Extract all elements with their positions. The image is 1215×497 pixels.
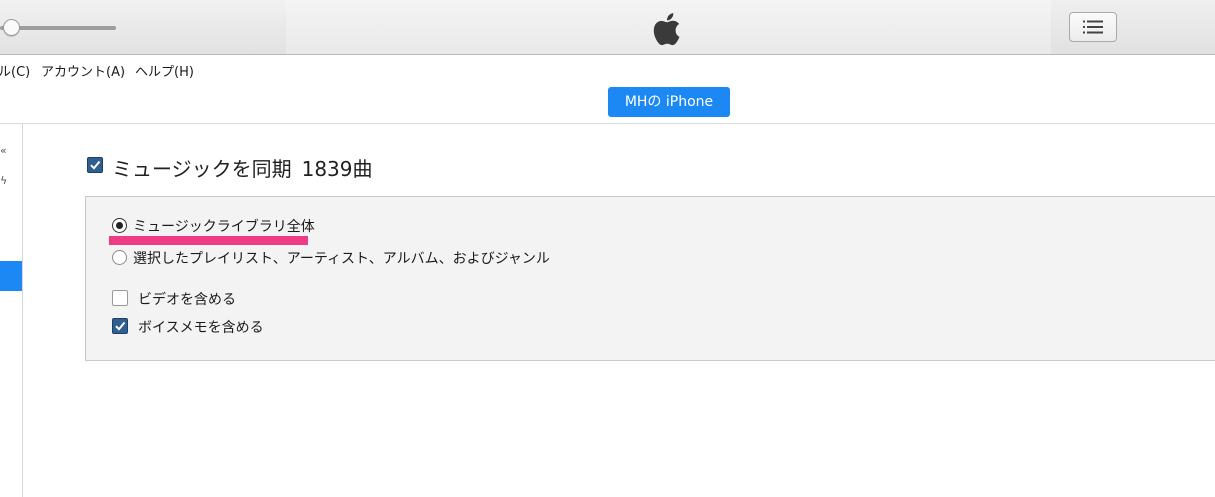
menu-item-help[interactable]: ヘルプ(H) bbox=[135, 61, 194, 80]
radio-entire-library-label[interactable]: ミュージックライブラリ全体 bbox=[133, 216, 315, 236]
playback-controls-area bbox=[0, 0, 286, 54]
checkmark-icon bbox=[115, 321, 126, 331]
highlight-underline bbox=[109, 236, 308, 245]
include-voice-memos-label[interactable]: ボイスメモを含める bbox=[138, 317, 264, 337]
include-video-label[interactable]: ビデオを含める bbox=[138, 289, 236, 309]
include-video-checkbox[interactable] bbox=[112, 290, 128, 306]
up-next-list-button[interactable] bbox=[1069, 12, 1117, 42]
menu-item-account[interactable]: アカウント(A) bbox=[41, 61, 125, 80]
list-view-icon bbox=[1083, 20, 1103, 34]
radio-entire-library[interactable] bbox=[112, 218, 127, 233]
sidebar-item-icon[interactable]: « bbox=[0, 144, 7, 157]
menu-item-control[interactable]: ル(C) bbox=[0, 61, 30, 80]
device-name-button[interactable]: MHの iPhone bbox=[608, 87, 730, 117]
include-voice-memos-checkbox[interactable] bbox=[112, 318, 128, 334]
sync-music-checkbox[interactable] bbox=[87, 157, 103, 173]
sidebar: « ϟ bbox=[0, 124, 23, 497]
sidebar-item-music-selected[interactable] bbox=[0, 261, 22, 291]
device-bar: MHの iPhone bbox=[0, 82, 1215, 124]
sync-music-label: ミュージックを同期 bbox=[112, 157, 292, 181]
menu-bar: ル(C) アカウント(A) ヘルプ(H) bbox=[0, 55, 1215, 82]
toolbar bbox=[0, 0, 1215, 55]
sidebar-item-icon[interactable]: ϟ bbox=[0, 174, 7, 187]
volume-slider-knob[interactable] bbox=[3, 19, 20, 36]
song-count: 1839曲 bbox=[301, 157, 373, 181]
radio-selected-playlists[interactable] bbox=[112, 250, 127, 265]
apple-logo-icon bbox=[653, 13, 680, 46]
radio-selected-playlists-label[interactable]: 選択したプレイリスト、アーティスト、アルバム、およびジャンル bbox=[133, 248, 550, 268]
sync-music-title: ミュージックを同期 1839曲 bbox=[112, 153, 373, 182]
checkmark-icon bbox=[90, 160, 101, 170]
radio-selected-dot bbox=[116, 222, 123, 229]
